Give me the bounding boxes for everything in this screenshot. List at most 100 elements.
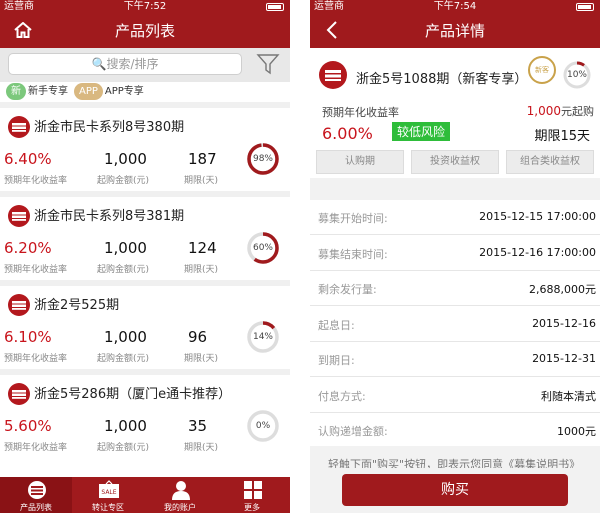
user-icon: [170, 480, 192, 500]
amount-label: 起购金额(元): [97, 176, 150, 186]
tag-app[interactable]: APP APP专享: [74, 83, 144, 100]
detail-row: 募集结束时间: 2015-12-16 17:00:00: [310, 235, 600, 271]
status-bar: 运营商 下午7:52: [0, 0, 290, 14]
subscription-period-button[interactable]: 认购期: [316, 150, 404, 174]
detail-key: 付息方式:: [318, 389, 366, 403]
detail-value: 2015-12-16 17:00:00: [479, 245, 596, 259]
tag-label: APP专享: [104, 86, 144, 97]
amount-label: 起购金额(元): [97, 354, 150, 364]
newbie-badge: 新: [6, 83, 26, 100]
filter-tags: 新新手专享 APP APP专享: [0, 82, 290, 102]
tab-label: 转让专区: [92, 503, 124, 512]
min-amount: 1,000: [104, 328, 147, 346]
period-label: 期限(天): [184, 354, 219, 364]
product-card[interactable]: 浙金5号286期（厦门e通卡推荐） 5.60% 1,000 35 预期年化收益率 起购金额…: [0, 369, 290, 453]
detail-key: 剩余发行量:: [318, 283, 377, 296]
battery-icon: [266, 3, 284, 11]
progress-text: 10%: [566, 70, 587, 80]
detail-value: 2015-12-16: [532, 316, 596, 330]
detail-key: 起息日:: [318, 318, 355, 332]
detail-value: 利随本清式: [541, 389, 596, 403]
nav-bar: 产品列表: [0, 14, 290, 48]
product-name: 浙金市民卡系列8号381期: [34, 209, 185, 224]
risk-badge: 较低风险: [392, 122, 451, 141]
portfolio-right-button[interactable]: 组合类收益权: [506, 150, 594, 174]
search-bar: 🔍搜索/排序: [0, 48, 290, 82]
sale-text: SALE: [101, 489, 116, 496]
battery-icon: [576, 3, 594, 11]
product-card[interactable]: 浙金市民卡系列8号380期 6.40% 1,000 187 预期年化收益率 起购金额(元)…: [0, 102, 290, 186]
brand-logo-icon: [7, 293, 31, 321]
sale-tag-icon: SALE: [98, 480, 120, 500]
term-text: 期限15天: [534, 129, 590, 144]
min-amount: 1,000: [104, 239, 147, 257]
tag-newbie[interactable]: 新新手专享: [6, 83, 68, 100]
detail-header: 浙金5号1088期（新客专享） 新客 10%: [310, 48, 600, 100]
buy-bar: 购买: [310, 468, 600, 513]
amount-label: 起购金额(元): [97, 265, 150, 275]
tab-bar: 产品列表 SALE 转让专区 我的账户 更多: [0, 477, 290, 513]
min-amount: 1,000: [104, 150, 147, 168]
new-customer-seal-icon: 新客: [528, 56, 556, 84]
product-card[interactable]: 浙金2号525期 6.10% 1,000 96 预期年化收益率 起购金额(元) 期限(天) 1…: [0, 280, 290, 364]
product-card[interactable]: 浙金市民卡系列8号381期 6.20% 1,000 124 预期年化收益率 起购金额(元)…: [0, 191, 290, 275]
min-amount: 1,000: [104, 417, 147, 435]
tab-transfer[interactable]: SALE 转让专区: [72, 477, 144, 513]
detail-key: 募集开始时间:: [318, 212, 388, 225]
tab-label: 更多: [244, 503, 260, 512]
rate-label: 预期年化收益率: [4, 265, 68, 275]
nav-bar: 产品详情: [310, 14, 600, 48]
brand-logo-icon: [7, 204, 31, 232]
detail-key: 募集结束时间:: [318, 247, 388, 261]
product-detail-screen: 运营商 下午7:54 产品详情 浙金5号1088期（新客专享） 新客 10% 预…: [310, 0, 600, 513]
detail-row: 起息日: 2015-12-16: [310, 306, 600, 342]
detail-row: 认购递增金额: 1000元: [310, 413, 600, 448]
period-label: 期限(天): [184, 443, 219, 453]
tab-label: 我的账户: [164, 503, 196, 512]
period-days: 187: [188, 150, 217, 168]
period-days: 35: [188, 417, 208, 435]
detail-value: 1000元: [557, 425, 596, 438]
clock-text: 下午7:52: [123, 1, 167, 12]
tab-label: 产品列表: [20, 503, 52, 512]
tab-product-list[interactable]: 产品列表: [0, 477, 72, 513]
status-bar: 运营商 下午7:54: [310, 0, 600, 14]
detail-row: 到期日: 2015-12-31: [310, 342, 600, 377]
progress-text: 0%: [255, 421, 271, 431]
product-list-icon: [26, 480, 48, 500]
detail-summary: 预期年化收益率 1,000元起购 6.00% 较低风险 期限15天: [310, 100, 600, 145]
brand-logo-icon: [7, 115, 31, 143]
tab-account[interactable]: 我的账户: [144, 477, 216, 513]
period-days: 124: [188, 239, 217, 257]
product-name: 浙金5号1088期（新客专享）: [356, 72, 528, 87]
product-name: 浙金5号286期（厦门e通卡推荐）: [34, 387, 232, 402]
divider: [310, 178, 600, 200]
expected-rate: 6.10%: [4, 328, 52, 346]
progress-text: 14%: [252, 332, 273, 342]
product-name: 浙金市民卡系列8号380期: [34, 120, 185, 135]
product-name: 浙金2号525期: [34, 298, 120, 313]
app-badge: APP: [74, 83, 103, 100]
rate-label: 预期年化收益率: [4, 443, 68, 453]
page-title: 产品详情: [424, 22, 485, 40]
rate-label: 预期年化收益率: [4, 176, 68, 186]
amount-label: 起购金额(元): [97, 443, 150, 453]
min-amount: 1,000元起购: [527, 103, 594, 119]
period-label: 期限(天): [184, 176, 219, 186]
detail-value: 2,688,000元: [529, 283, 596, 296]
filter-icon[interactable]: [256, 52, 280, 80]
investment-right-button[interactable]: 投资收益权: [411, 150, 499, 174]
buy-button[interactable]: 购买: [342, 474, 568, 506]
search-input[interactable]: 🔍搜索/排序: [8, 53, 242, 75]
detail-row: 募集开始时间: 2015-12-15 17:00:00: [310, 200, 600, 235]
detail-value: 2015-12-31: [532, 352, 596, 365]
tab-more[interactable]: 更多: [216, 477, 288, 513]
period-days: 96: [188, 328, 208, 346]
progress-text: 98%: [252, 154, 273, 164]
clock-text: 下午7:54: [433, 1, 477, 12]
brand-logo-icon: [318, 60, 348, 94]
rate-label: 预期年化收益率: [4, 354, 68, 364]
expected-rate: 5.60%: [4, 417, 52, 435]
rate-label: 预期年化收益率: [322, 106, 399, 119]
period-label: 期限(天): [184, 265, 219, 275]
